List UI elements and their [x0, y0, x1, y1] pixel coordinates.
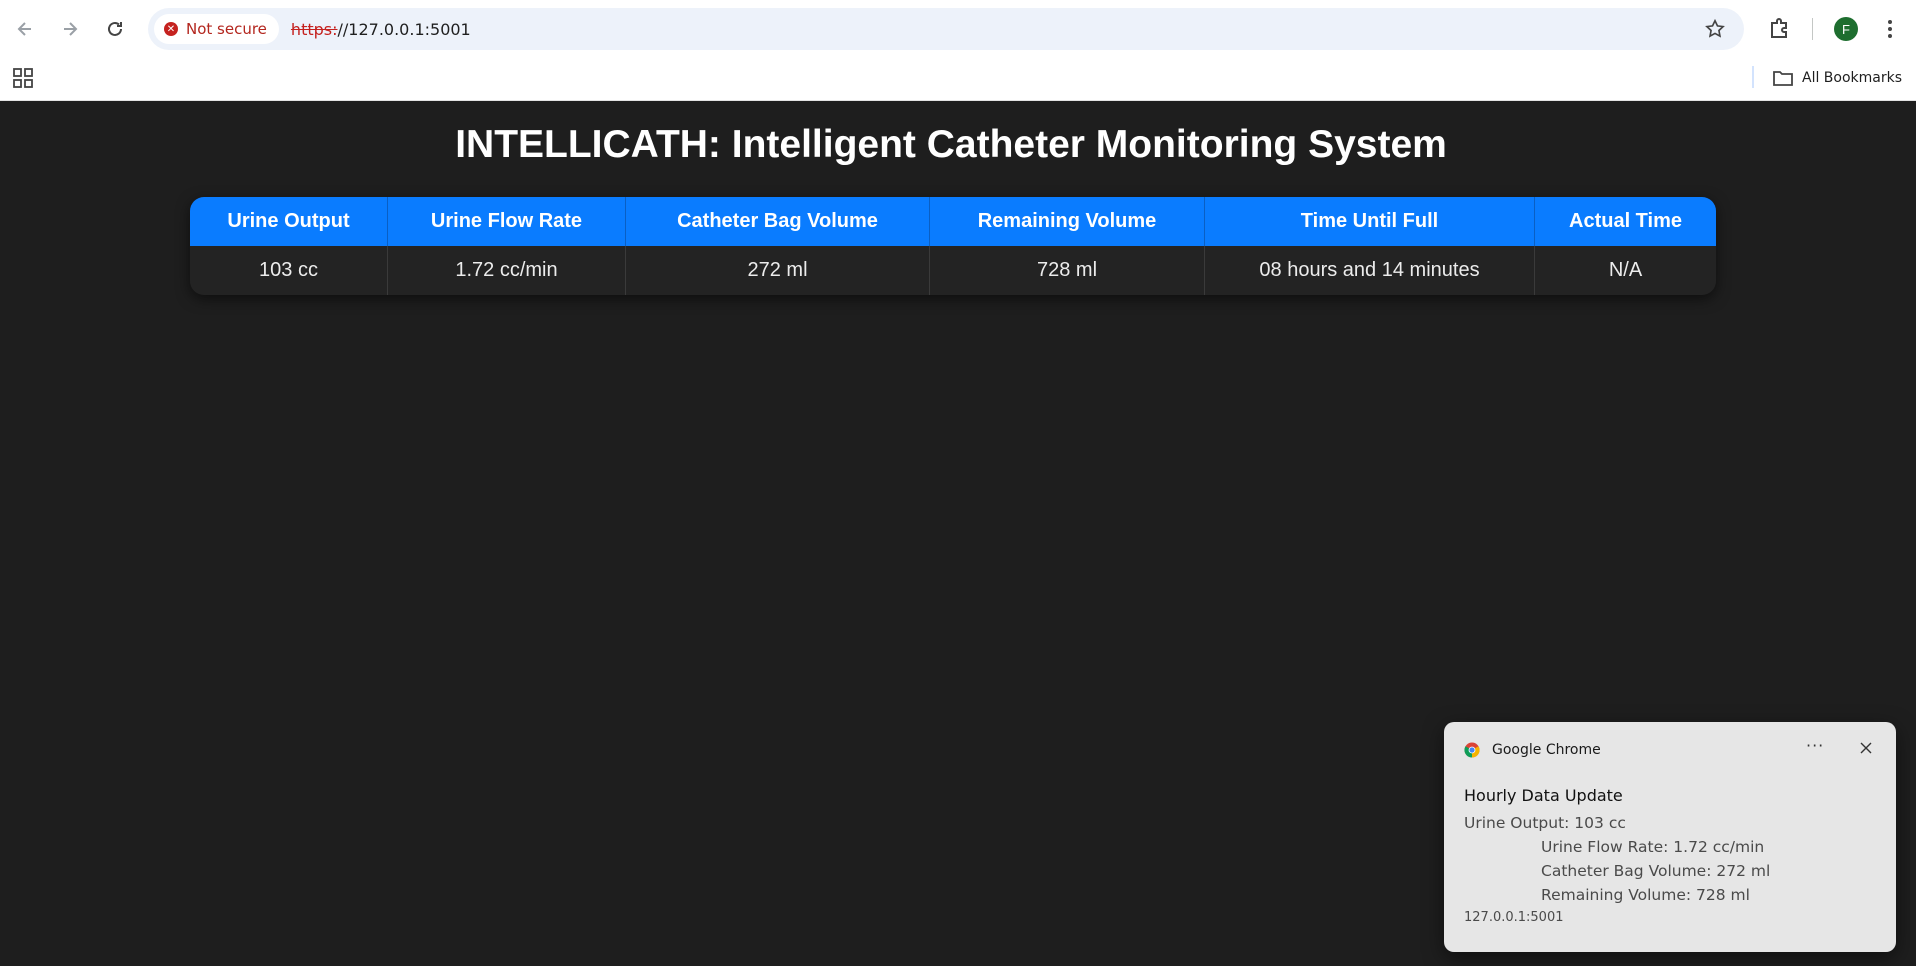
apps-grid-icon[interactable] [12, 67, 34, 89]
column-header: Catheter Bag Volume [626, 197, 930, 246]
notification-line: Urine Flow Rate: 1.72 cc/min [1541, 838, 1765, 856]
notification-line: Catheter Bag Volume: 272 ml [1541, 862, 1771, 880]
table-cell: N/A [1535, 246, 1716, 295]
notification-app-name: Google Chrome [1492, 742, 1601, 758]
notification-header: Google Chrome [1464, 740, 1601, 760]
reload-icon [108, 21, 122, 36]
forward-arrow-icon [64, 22, 78, 36]
page-title: INTELLICATH: Intelligent Catheter Monito… [455, 123, 1447, 166]
url-scheme: https: [290, 19, 338, 39]
back-arrow-icon [17, 22, 31, 36]
url-text[interactable]: https://127.0.0.1:5001 [291, 20, 471, 39]
address-bar[interactable]: ✕ Not secure https://127.0.0.1:5001 [148, 8, 1744, 50]
monitoring-table: Urine Output Urine Flow Rate Catheter Ba… [190, 197, 1716, 295]
all-bookmarks-label: All Bookmarks [1802, 70, 1903, 86]
more-options-button[interactable]: ··· [1806, 736, 1824, 755]
security-label: Not secure [186, 20, 267, 38]
bookmarks-bar: All Bookmarks [0, 58, 1916, 101]
site-info-chip[interactable]: ✕ Not secure [154, 14, 279, 44]
reload-button[interactable] [97, 11, 133, 47]
forward-button[interactable] [52, 11, 88, 47]
browser-toolbar: ✕ Not secure https://127.0.0.1:5001 F [0, 0, 1916, 58]
column-header: Time Until Full [1205, 197, 1535, 246]
table-cell: 1.72 cc/min [388, 246, 626, 295]
column-header: Remaining Volume [930, 197, 1205, 246]
notification-toast[interactable]: Google Chrome ··· Hourly Data Update Uri… [1444, 722, 1896, 952]
bookmarks-divider [1752, 66, 1754, 88]
toolbar-divider [1812, 18, 1813, 40]
table-row: 103 cc 1.72 cc/min 272 ml 728 ml 08 hour… [190, 246, 1716, 295]
notification-title: Hourly Data Update [1464, 786, 1623, 805]
table-header-row: Urine Output Urine Flow Rate Catheter Ba… [190, 197, 1716, 246]
chrome-logo-icon [1464, 742, 1480, 758]
close-icon[interactable] [1856, 738, 1876, 758]
notification-line: Urine Output: 103 cc [1464, 814, 1626, 832]
url-host: //127.0.0.1:5001 [337, 19, 471, 39]
notification-origin: 127.0.0.1:5001 [1464, 910, 1564, 925]
menu-kebab-icon[interactable] [1880, 16, 1900, 42]
table-cell: 728 ml [930, 246, 1205, 295]
notification-body: Urine Output: 103 cc Urine Flow Rate: 1.… [1464, 811, 1770, 907]
notification-line: Remaining Volume: 728 ml [1541, 886, 1750, 904]
column-header: Urine Output [190, 197, 388, 246]
table-cell: 08 hours and 14 minutes [1205, 246, 1535, 295]
profile-avatar[interactable]: F [1834, 17, 1858, 41]
back-button[interactable] [7, 11, 43, 47]
all-bookmarks-button[interactable]: All Bookmarks [1772, 64, 1902, 92]
folder-icon [1773, 71, 1793, 86]
table-cell: 103 cc [190, 246, 388, 295]
table-cell: 272 ml [626, 246, 930, 295]
bookmark-star-icon[interactable] [1704, 18, 1726, 40]
extensions-icon[interactable] [1764, 14, 1794, 44]
column-header: Actual Time [1535, 197, 1716, 246]
column-header: Urine Flow Rate [388, 197, 626, 246]
not-secure-icon: ✕ [164, 22, 178, 36]
